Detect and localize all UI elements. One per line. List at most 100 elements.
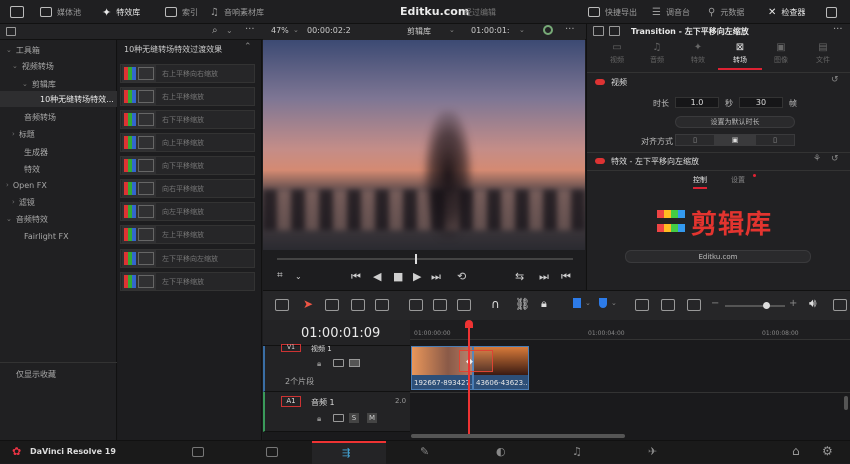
chevron-down-icon[interactable]: ⌄ [293,26,299,34]
gear-icon[interactable]: ⚙ [822,444,833,458]
effect-item[interactable]: 左下平移缩放 [120,272,255,291]
duration-frames-field[interactable]: 30 [739,97,783,108]
solo-button[interactable]: S [349,413,359,423]
trim-tool-icon[interactable] [325,299,339,311]
selection-tool-icon[interactable]: ➤ [303,297,313,311]
metadata-button[interactable]: ⚲ 元数据 [708,0,744,24]
subtab-settings[interactable]: 设置 [731,175,745,185]
video-section-header[interactable]: 视频 [595,75,627,89]
tree-item-titles[interactable]: › 标题 [12,126,117,142]
more-options-icon[interactable]: ··· [565,24,575,35]
volume-icon[interactable]: 🔊︎ [809,296,817,311]
home-icon[interactable]: ⌂ [792,444,800,458]
effect-item[interactable]: 左上平移缩放 [120,225,255,244]
zoom-custom-icon[interactable] [687,299,701,311]
deliver-page-icon[interactable]: ✈ [648,445,657,458]
effect-item[interactable]: 右上平移缩放 [120,87,255,106]
link-icon[interactable]: ⛓ [515,297,530,311]
mixer-button[interactable]: ☰ 调音台 [652,0,690,24]
scrub-bar[interactable] [277,258,573,260]
zoom-level[interactable]: 47% [271,26,289,35]
replace-clip-icon[interactable] [457,299,471,311]
chevron-down-icon[interactable]: ⌄ [585,299,591,307]
lock-icon[interactable]: 🔒︎ [541,297,547,311]
snapping-icon[interactable]: ∩ [491,297,500,311]
track-id-badge[interactable]: A1 [281,396,301,407]
search-icon[interactable]: ⌕ [212,25,218,36]
tree-item-open-fx[interactable]: › Open FX [6,177,117,193]
tree-item-seamless-transitions[interactable]: 10种无缝转场特效... [0,91,117,107]
transition-marker[interactable]: ◆ [459,350,493,372]
align-center-icon[interactable]: ▣ [715,134,755,146]
timeline-view-icon[interactable] [275,299,289,311]
more-options-icon[interactable]: ··· [245,24,255,35]
tree-item-toolbox[interactable]: ⌄ 工具箱 [6,42,117,58]
edit-page-tab[interactable]: ⇶ [312,441,386,464]
zoom-in-icon[interactable]: + [789,298,797,309]
cut-page-icon[interactable] [266,447,278,457]
audio-track-header[interactable]: A1 音频 1 2.0 🔒︎ S M [263,392,410,432]
tree-item-generators[interactable]: 生成器 [24,144,117,160]
mute-button[interactable]: M [367,413,377,423]
align-start-icon[interactable]: ▯ [675,134,715,146]
tree-item-effects[interactable]: 特效 [24,161,117,177]
tab-transition[interactable]: ⊠ 转场 [718,42,762,70]
zoom-detail-icon[interactable] [661,299,675,311]
effects-library-button[interactable]: ✦ 特效库 [102,0,140,24]
set-default-duration-button[interactable]: 设置为默认时长 [675,116,795,128]
magic-wand-icon[interactable]: ⚘ [813,154,821,164]
media-pool-button[interactable]: 媒体池 [40,0,81,24]
inspector-button[interactable]: ✕ 检查器 [768,0,805,24]
video-viewer[interactable] [263,40,585,250]
viewer-clip-name[interactable]: 剪辑库 [407,26,431,37]
loop-icon[interactable]: ⟲ [457,270,466,283]
chevron-down-icon[interactable]: ⌄ [519,26,525,34]
effect-item[interactable]: 向下平移缩放 [120,156,255,175]
media-page-icon[interactable] [192,447,204,457]
go-to-end-icon[interactable]: ⏭ [431,270,441,284]
go-to-start-icon[interactable]: ⏮ [351,270,361,284]
tree-item-editku[interactable]: ⌄ 剪辑库 [22,76,117,92]
effect-item[interactable]: 右下平移缩放 [120,110,255,129]
chevron-up-icon[interactable]: ⌃ [244,42,252,52]
duration-seconds-field[interactable]: 1.0 [675,97,719,108]
blade-tool-icon[interactable] [375,299,389,311]
subtab-controls[interactable]: 控制 [693,175,707,189]
insert-clip-icon[interactable] [409,299,423,311]
toggle-icon[interactable] [595,158,605,164]
track-visibility-icon[interactable] [349,359,360,367]
tree-item-filters[interactable]: › 滤镜 [12,194,117,210]
previous-clip-icon[interactable]: ⏮ [561,270,571,284]
color-wheel-icon[interactable] [543,25,553,35]
timeline-ruler[interactable]: 01:00:00:00 01:00:04:00 01:00:08:00 [410,320,850,340]
step-back-icon[interactable]: ◀ [373,270,381,283]
index-button[interactable]: 索引 [165,0,198,24]
playhead-line[interactable] [468,324,470,436]
editku-website-button[interactable]: Editku.com [625,250,811,263]
media-pool-tab[interactable] [10,0,24,24]
marker-icon[interactable] [599,298,607,308]
lock-icon[interactable]: 🔒︎ [317,414,321,424]
audio-meter-icon[interactable] [833,299,847,311]
reset-icon[interactable]: ↺ [831,75,839,85]
tab-effects[interactable]: ✦ 特效 [676,42,720,65]
zoom-out-icon[interactable]: − [711,298,719,309]
effect-section-header[interactable]: 特效 - 左下平移向左缩放 [595,154,699,168]
effect-item[interactable]: 向右平移缩放 [120,179,255,198]
favorites-toggle[interactable]: 仅显示收藏 [16,366,116,382]
fusion-page-icon[interactable]: ✎ [420,445,429,458]
stop-icon[interactable]: ■ [393,270,403,283]
effect-item[interactable]: 右上平移向右缩放 [120,64,255,83]
scrub-playhead[interactable] [415,254,417,264]
chevron-down-icon[interactable]: ⌄ [449,26,455,34]
tree-item-audio-transitions[interactable]: 音频转场 [24,109,117,125]
panel-layout-icon[interactable] [609,26,620,36]
timeline-vertical-scrollbar[interactable] [844,396,848,410]
effect-item[interactable]: 向上平移缩放 [120,133,255,152]
quick-export-button[interactable]: 快捷导出 [588,0,637,24]
zoom-full-icon[interactable] [635,299,649,311]
tree-item-video-transitions[interactable]: ⌄ 视频转场 [12,58,117,74]
effect-item[interactable]: 左下平移向左缩放 [120,249,255,268]
toggle-icon[interactable] [595,79,605,85]
tab-audio[interactable]: ♫ 音频 [635,42,679,65]
